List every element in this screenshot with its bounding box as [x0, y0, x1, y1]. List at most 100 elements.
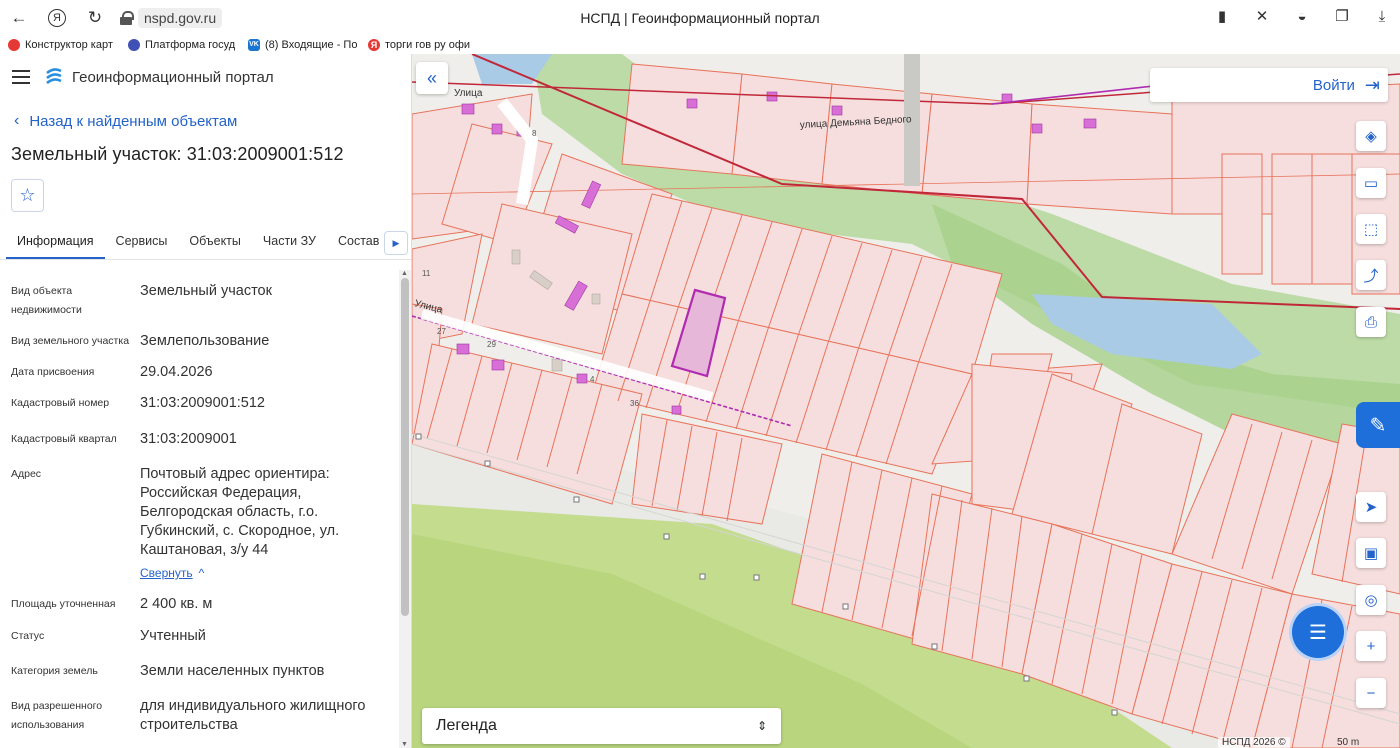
legend-dropdown[interactable]: Легенда ⇕ — [422, 708, 781, 744]
reload-icon[interactable]: ↻ — [84, 7, 106, 29]
back-arrow-icon[interactable]: ← — [8, 7, 30, 29]
portal-name: Геоинформационный портал — [72, 68, 274, 86]
tab-info[interactable]: Информация — [6, 226, 105, 259]
chat-button[interactable]: ☰ — [1292, 606, 1344, 658]
scroll-down-icon[interactable]: ▼ — [401, 741, 408, 748]
legend-label: Легенда — [436, 717, 497, 734]
cadastral-map[interactable]: Улица улица Демьяна Бедного Улица 27 29 … — [412, 54, 1400, 748]
chat-icon: ☰ — [1309, 621, 1327, 644]
property-value: Учтенный — [140, 628, 206, 644]
property-row: Дата присвоения 29.04.2026 — [0, 363, 398, 382]
bookmark-item[interactable]: Конструктор карт — [8, 39, 120, 51]
locate-button[interactable]: ➤ — [1356, 492, 1386, 522]
chevron-updown-icon: ⇕ — [756, 719, 767, 733]
lock-icon — [120, 11, 134, 25]
address-block: Почтовый адрес ориентира: Российская Фед… — [140, 465, 390, 583]
url-text[interactable]: nspd.gov.ru — [138, 8, 223, 28]
tab-objects[interactable]: Объекты — [178, 226, 252, 259]
info-tabs: Информация Сервисы Объекты Части ЗУ Сост… — [0, 226, 411, 260]
property-label: Статус — [11, 630, 45, 642]
tab-parts[interactable]: Части ЗУ — [252, 226, 327, 259]
property-label: Категория земель — [11, 665, 98, 677]
back-to-results-link[interactable]: ‹ Назад к найденным объектам — [0, 112, 411, 130]
login-button[interactable]: Войти ⇥ — [1150, 68, 1388, 102]
property-row: Кадастровый квартал 31:03:2009001 — [0, 430, 398, 449]
print-button[interactable]: ⎙ — [1356, 307, 1386, 337]
property-label: Кадастровый номер — [11, 397, 110, 409]
tabs-next-button[interactable]: ▶ — [384, 231, 408, 255]
bookmark-icon[interactable]: ▮ — [1212, 7, 1232, 27]
share-button[interactable]: ⤴ — [1356, 260, 1386, 290]
chevron-up-icon: ^ — [198, 566, 205, 580]
minimap-icon: ▣ — [1363, 545, 1379, 562]
bookmark-item[interactable]: VK (8) Входящие - По — [248, 39, 360, 51]
map-copyright: НСПД 2026 © — [1218, 737, 1290, 748]
zoom-in-button[interactable]: + — [1356, 631, 1386, 661]
property-row: Площадь уточненная 2 400 кв. м — [0, 595, 398, 614]
property-value: 31:03:2009001 — [140, 431, 237, 447]
double-chevron-left-icon: « — [426, 67, 437, 88]
back-label: Назад к найденным объектам — [29, 112, 238, 130]
property-row: Вид объекта недвижимости Земельный участ… — [0, 282, 398, 320]
object-title: Земельный участок: 31:03:2009001:512 — [11, 144, 344, 164]
bookmark-item[interactable]: Яторги гов ру офи — [368, 39, 480, 51]
property-label: Дата присвоения — [11, 366, 95, 378]
minus-icon: − — [1366, 684, 1376, 702]
favorite-star-button[interactable]: ☆ — [11, 179, 44, 212]
extension-icon[interactable]: ◒ — [1292, 7, 1312, 27]
map-view[interactable]: Улица улица Демьяна Бедного Улица 27 29 … — [412, 54, 1400, 748]
star-icon: ☆ — [19, 185, 36, 205]
bookmarks-bar: Конструктор карт Платформа госуд VK (8) В… — [0, 36, 1400, 54]
assistant-badge[interactable]: ✎ — [1356, 402, 1400, 448]
layers-icon: ◈ — [1365, 128, 1377, 145]
property-value: 31:03:2009001:512 — [140, 395, 265, 411]
measure-button[interactable]: ▭ — [1356, 168, 1386, 198]
property-label: Адрес — [11, 468, 42, 480]
property-row: Вид земельного участка Землепользование — [0, 332, 398, 351]
plot-number: 29 — [487, 340, 496, 349]
area-select-button[interactable]: ⬚ — [1356, 214, 1386, 244]
map-scale: 50 m — [1337, 737, 1360, 748]
panel-scrollbar[interactable]: ▲ ▼ — [399, 270, 411, 748]
download-icon[interactable]: ⤓ — [1372, 7, 1392, 27]
ruler-icon: ▭ — [1363, 175, 1379, 192]
menu-icon[interactable] — [12, 70, 30, 84]
object-info-panel: Геоинформационный портал ‹ Назад к найде… — [0, 54, 412, 748]
plot-number: 4 — [590, 375, 595, 384]
property-label: Вид земельного участка — [11, 335, 130, 347]
vk-icon: VK — [248, 39, 260, 51]
property-list: Вид объекта недвижимости Земельный участ… — [0, 270, 398, 735]
navigation-arrow-icon: ➤ — [1364, 499, 1378, 516]
scrollbar-thumb[interactable] — [401, 278, 409, 616]
collapse-label: Свернуть — [140, 566, 193, 580]
layers-button[interactable]: ◈ — [1356, 121, 1386, 151]
property-row: Категория земель Земли населенных пункто… — [0, 662, 398, 681]
property-label: Вид разрешенного использования — [11, 700, 103, 731]
zoom-out-button[interactable]: − — [1356, 678, 1386, 708]
property-label: Вид объекта недвижимости — [11, 285, 82, 316]
scroll-up-icon[interactable]: ▲ — [401, 270, 408, 277]
chevron-right-icon: ▶ — [392, 237, 400, 248]
collapse-link[interactable]: Свернуть ^ — [140, 564, 204, 583]
bookmark-favicon-icon — [8, 39, 20, 51]
collapse-panel-button[interactable]: « — [416, 62, 448, 94]
property-value: Землепользование — [140, 333, 270, 349]
geolocation-button[interactable]: ◎ — [1356, 585, 1386, 615]
bookmark-favicon-icon — [128, 39, 140, 51]
minimap-button[interactable]: ▣ — [1356, 538, 1386, 568]
kaspersky-icon[interactable]: ✕ — [1252, 7, 1272, 27]
bookmark-item[interactable]: Платформа госуд — [128, 39, 240, 51]
property-value: 29.04.2026 — [140, 364, 213, 380]
tab-composition[interactable]: Состав — [327, 226, 390, 259]
plot-number: 11 — [422, 269, 431, 278]
portal-logo-icon — [46, 68, 62, 85]
browser-tools: ▮ ✕ ◒ ❐ ⤓ — [1212, 7, 1392, 27]
chevron-left-icon: ‹ — [14, 112, 20, 129]
property-value: Земли населенных пунктов — [140, 663, 325, 679]
yandex-favicon-icon: Я — [368, 39, 380, 51]
collections-icon[interactable]: ❐ — [1332, 7, 1352, 27]
tab-services[interactable]: Сервисы — [105, 226, 179, 259]
address-bar[interactable]: nspd.gov.ru — [120, 7, 223, 29]
yandex-icon[interactable]: Я — [48, 9, 66, 27]
property-value: Почтовый адрес ориентира: Российская Фед… — [140, 466, 340, 558]
